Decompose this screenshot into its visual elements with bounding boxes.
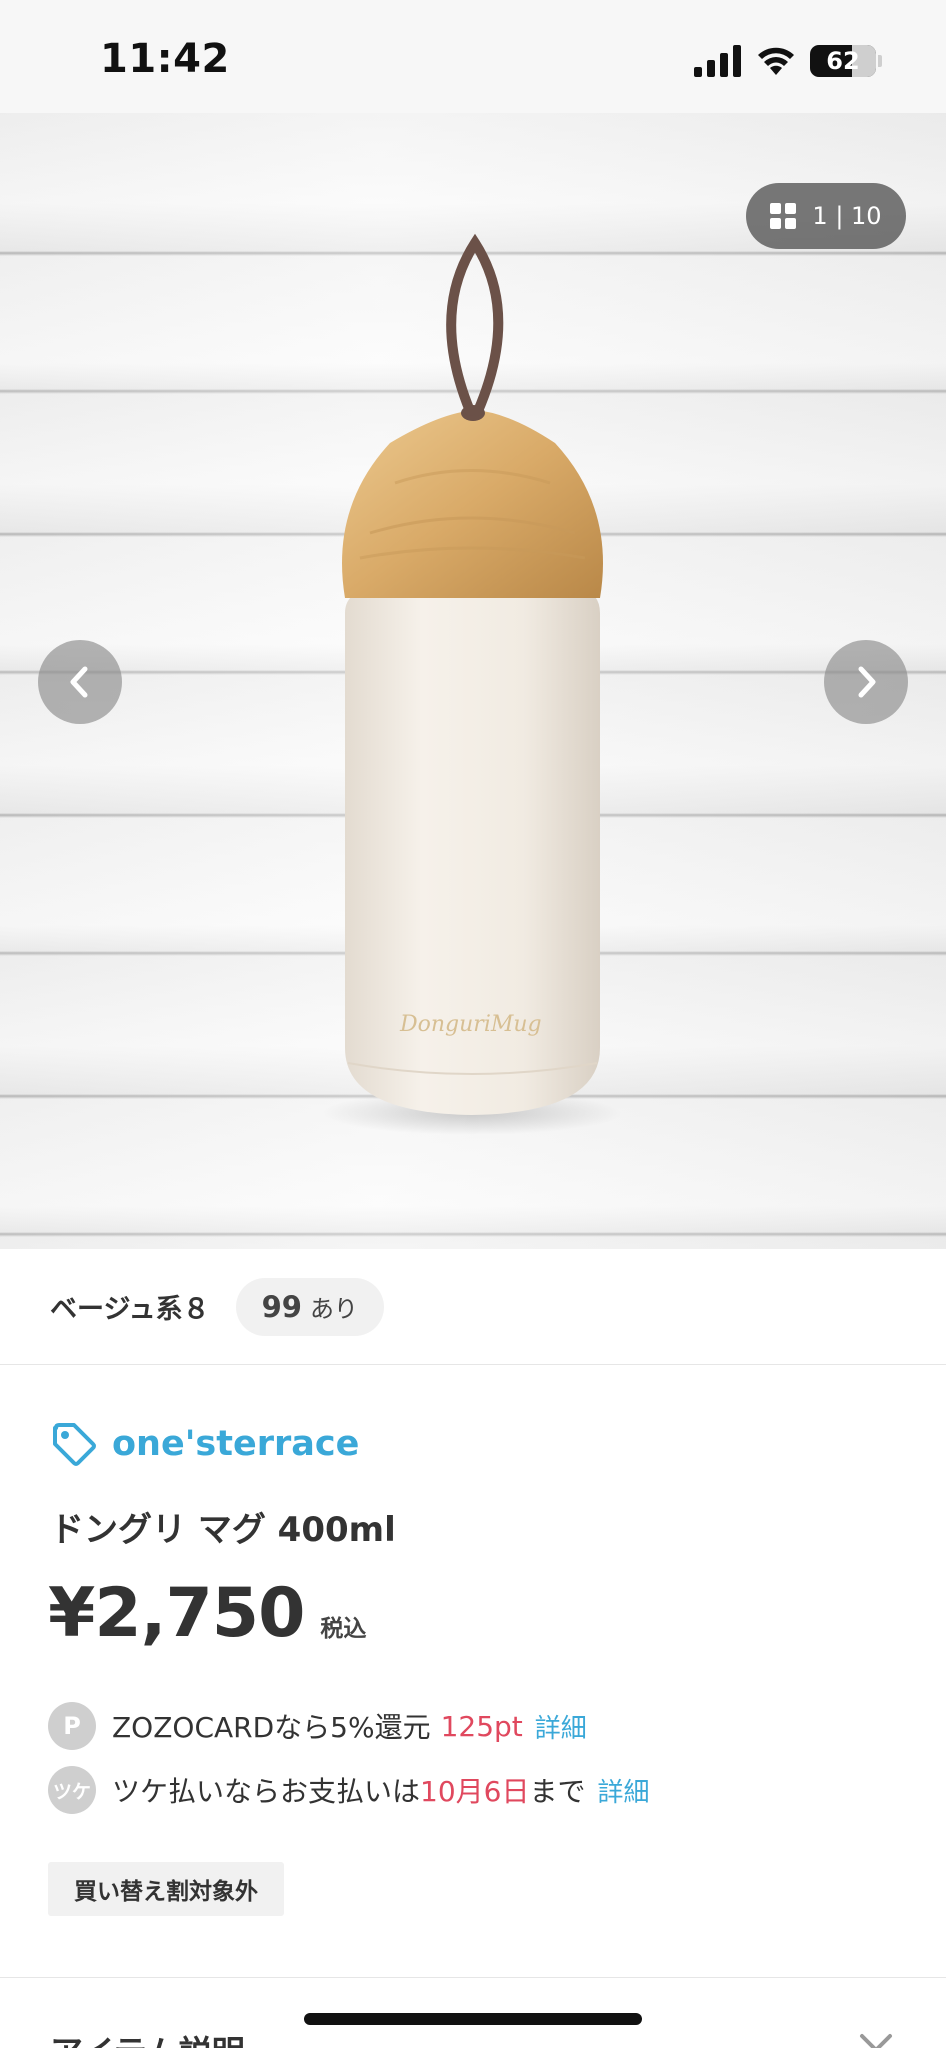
tsuke-detail-link[interactable]: 詳細 (597, 1772, 649, 1809)
point-text: ZOZOCARDなら5%還元 (112, 1711, 431, 1744)
brand-link[interactable]: one'sterrace (50, 1420, 359, 1468)
point-detail-link[interactable]: 詳細 (535, 1708, 587, 1745)
tsuke-icon: ツケ (48, 1766, 96, 1814)
chevron-left-icon (70, 666, 88, 698)
battery-tip (878, 55, 882, 67)
svg-text:DonguriMug: DonguriMug (399, 1012, 542, 1037)
status-time: 11:42 (100, 36, 230, 82)
item-description-heading[interactable]: アイテム説明 (50, 2026, 245, 2048)
stock-badge[interactable]: 99 あり (235, 1277, 384, 1336)
chevron-down-icon[interactable] (856, 2032, 896, 2048)
brand-name: one'sterrace (112, 1424, 360, 1464)
variant-color-name: ベージュ系８ (50, 1294, 210, 1325)
stock-suffix: あり (309, 1294, 358, 1323)
tag-icon (53, 1423, 96, 1466)
price-row: ¥2,750 税込 (48, 1574, 366, 1653)
product-name: ドングリ マグ 400ml (50, 1510, 396, 1550)
tsuke-date: 10月6日 (420, 1775, 530, 1808)
image-counter[interactable]: 1 | 10 (746, 183, 906, 249)
signal-icon (694, 45, 741, 77)
point-amount: 125pt (440, 1709, 523, 1743)
price: ¥2,750 (48, 1574, 305, 1653)
status-icons: 62 (694, 44, 882, 78)
next-image-button[interactable] (824, 640, 908, 724)
tsuke-text-after: まで (529, 1775, 586, 1808)
product-image[interactable]: DonguriMug 1 | 10 (0, 113, 946, 1249)
variant-row: ベージュ系８ 99 あり (0, 1249, 946, 1365)
tsuke-text-before: ツケ払いならお支払いは (112, 1775, 421, 1808)
home-indicator[interactable] (304, 2013, 642, 2025)
tsuke-payment-row: ツケ ツケ払いならお支払いは 10月6日 まで 詳細 (48, 1766, 650, 1814)
section-divider (0, 1977, 946, 1978)
battery-level: 62 (826, 47, 860, 75)
battery-icon: 62 (810, 45, 876, 77)
previous-image-button[interactable] (38, 640, 122, 724)
point-icon: P (48, 1702, 96, 1750)
chevron-right-icon (858, 666, 876, 698)
trade-in-badge: 買い替え割対象外 (48, 1862, 284, 1916)
wifi-icon (758, 47, 794, 75)
status-bar: 11:42 62 (0, 0, 946, 113)
stock-count: 99 (261, 1289, 302, 1324)
product-photo-bottle: DonguriMug (322, 233, 622, 1135)
grid-icon (770, 203, 797, 229)
tax-label: 税込 (320, 1616, 367, 1642)
zozocard-point-row: P ZOZOCARDなら5%還元 125pt 詳細 (48, 1702, 587, 1750)
image-counter-text: 1 | 10 (812, 202, 882, 230)
